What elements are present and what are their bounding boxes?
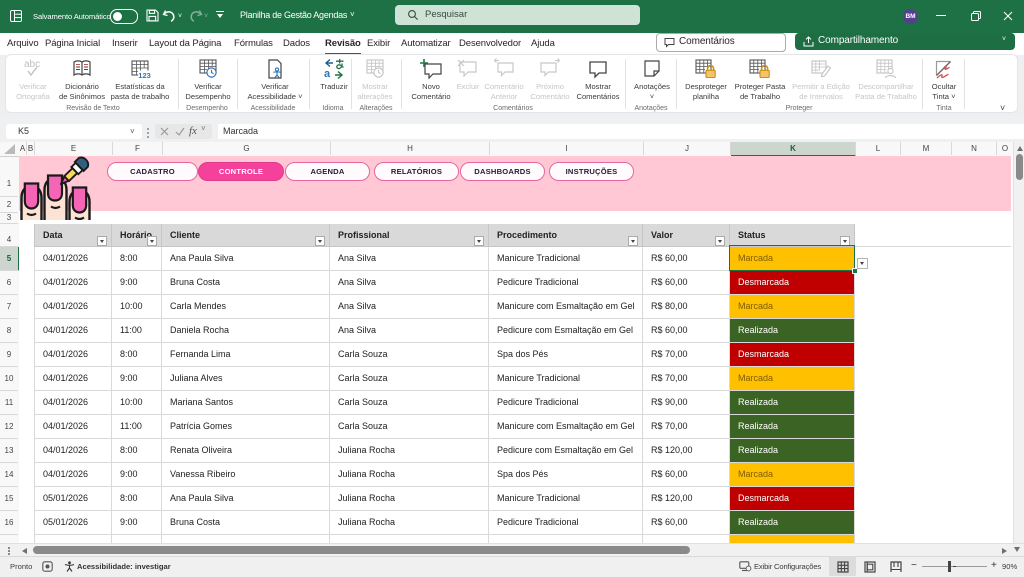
svg-text:a: a	[324, 68, 331, 80]
svg-text:abc: abc	[24, 59, 40, 70]
svg-text:123: 123	[138, 71, 151, 80]
